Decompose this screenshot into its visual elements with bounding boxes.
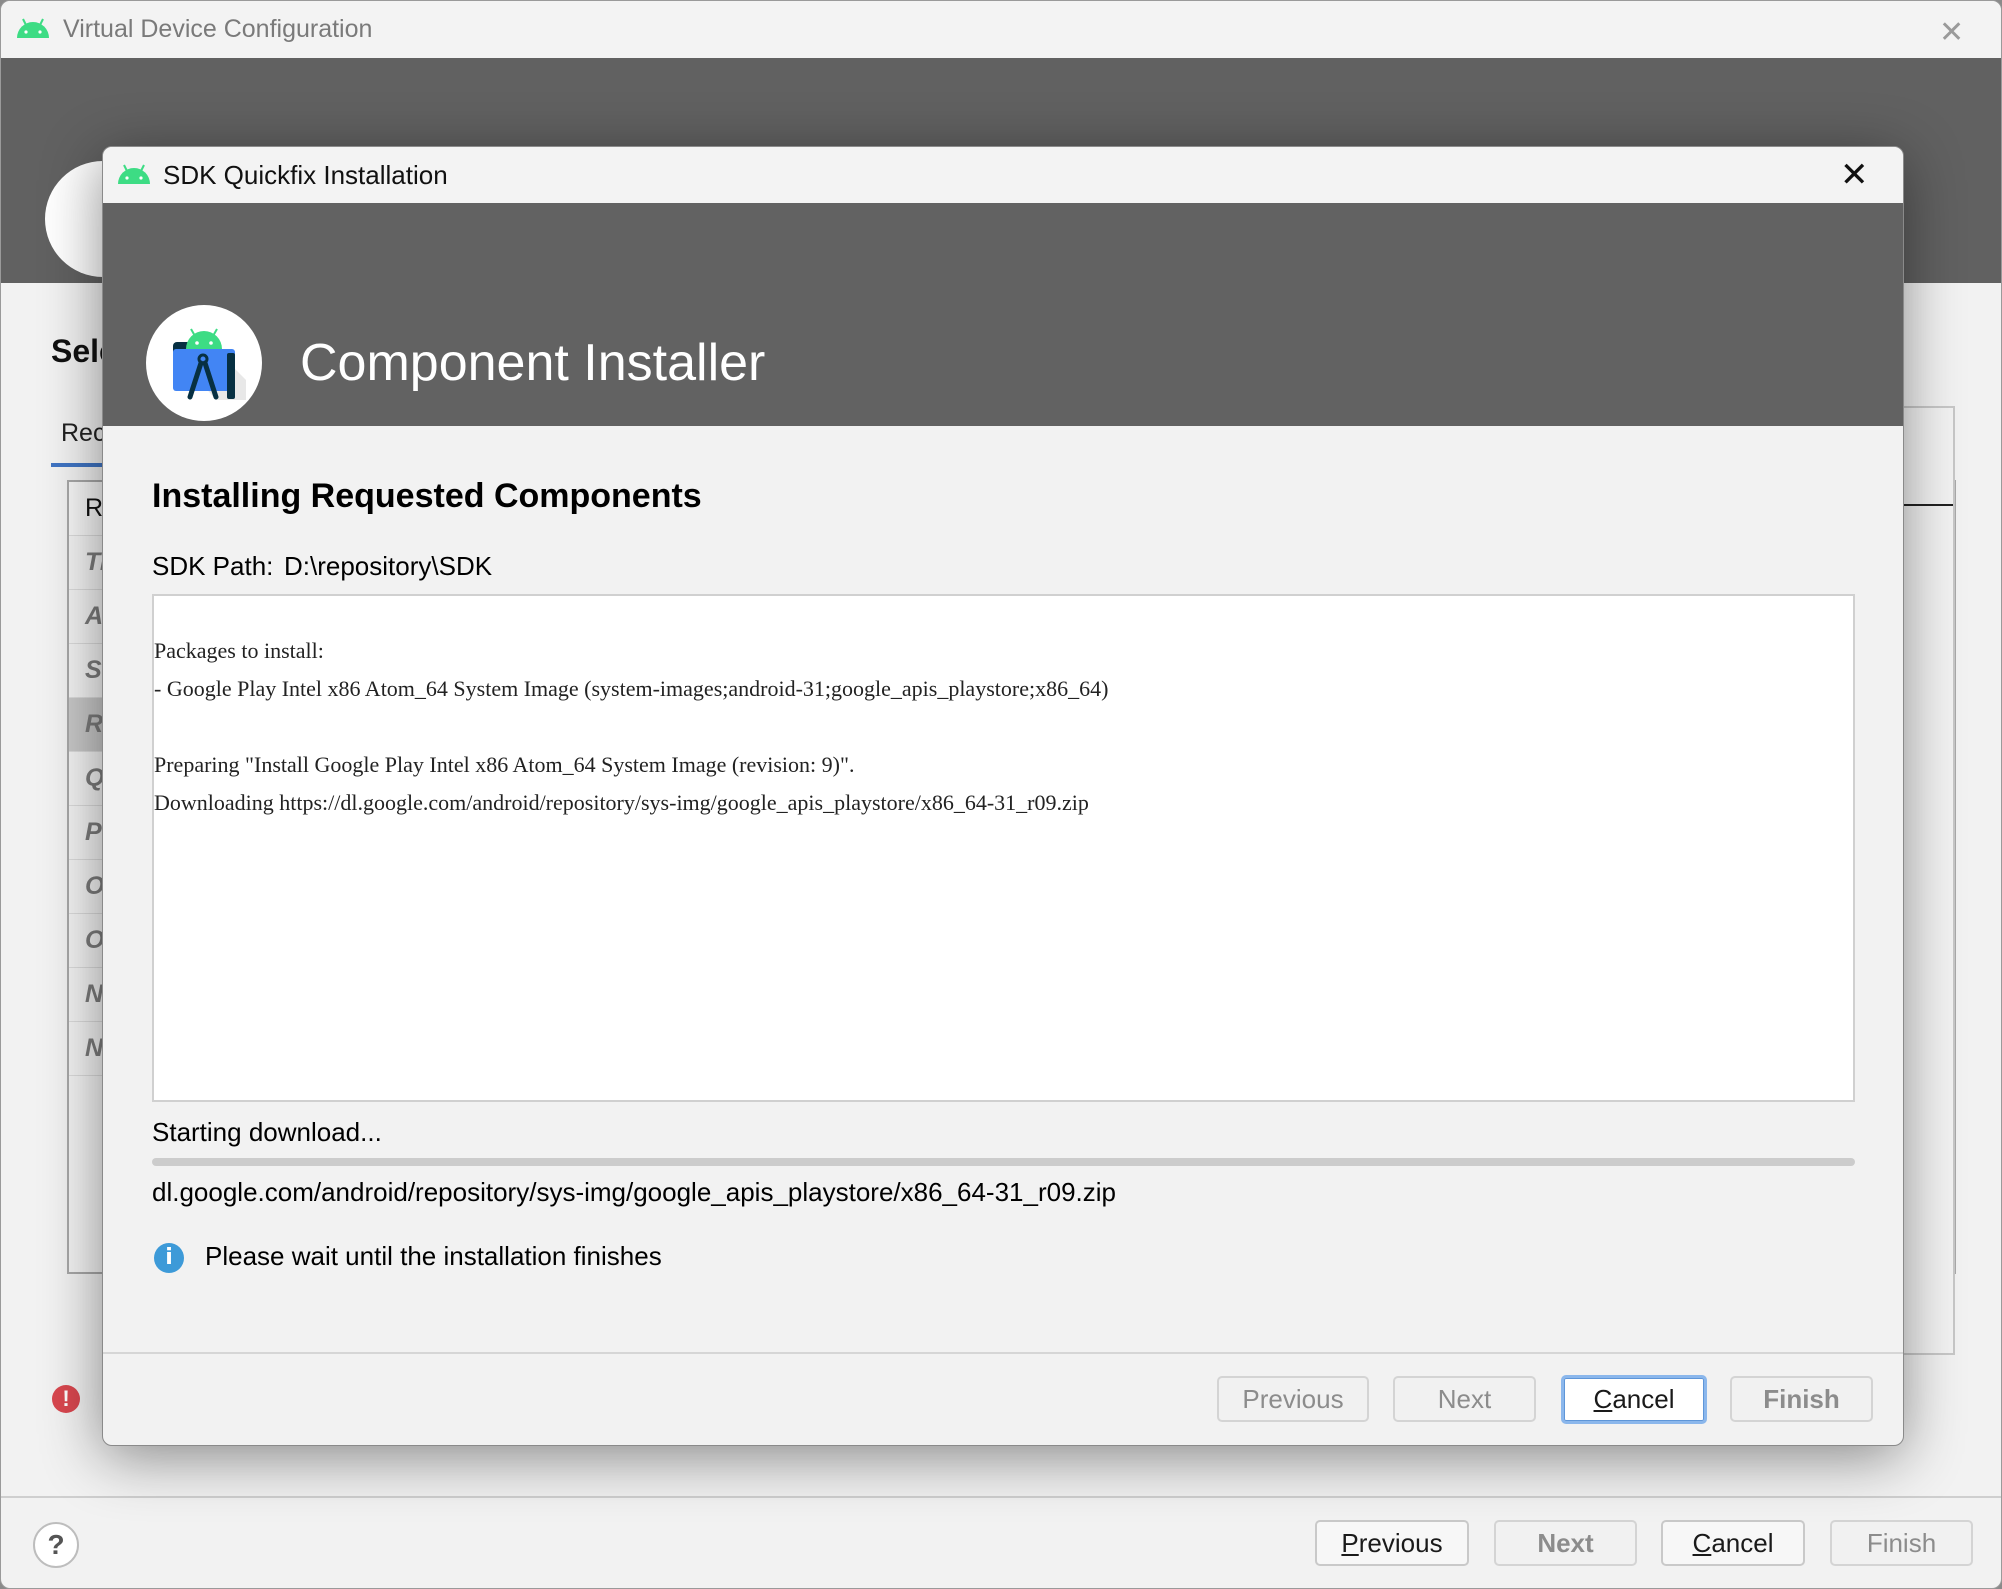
dialog-header-banner: Component Installer: [103, 203, 1903, 426]
bg-details-panel: [1901, 406, 1955, 1355]
tab-recommended[interactable]: Rec: [61, 419, 105, 448]
info-message: Please wait until the installation finis…: [205, 1241, 662, 1271]
android-studio-logo: [146, 305, 262, 421]
sdk-quickfix-dialog: SDK Quickfix Installation ✕ Component In…: [102, 146, 1904, 1446]
info-icon: i: [154, 1243, 184, 1273]
cancel-button[interactable]: Cancel: [1561, 1375, 1707, 1424]
header-title: Component Installer: [300, 334, 766, 392]
download-url: dl.google.com/android/repository/sys-img…: [152, 1177, 1117, 1207]
android-icon: [17, 18, 49, 38]
table-row-label: S: [85, 656, 102, 684]
bg-next-button[interactable]: Next: [1494, 1520, 1637, 1566]
sdk-path-value: D:\repository\SDK: [284, 551, 493, 581]
download-progress-bar: [152, 1158, 1855, 1166]
bg-finish-button[interactable]: Finish: [1830, 1520, 1973, 1566]
log-line: Packages to install:: [154, 638, 324, 663]
close-icon[interactable]: ✕: [1840, 155, 1869, 195]
log-line: Preparing "Install Google Play Intel x86…: [154, 752, 855, 777]
log-line: - Google Play Intel x86 Atom_64 System I…: [154, 676, 1109, 701]
android-studio-icon: [173, 328, 246, 400]
table-row-label: R: [85, 710, 104, 738]
sdk-path-label: SDK Path:: [152, 551, 274, 581]
divider: [1, 1496, 2001, 1498]
divider: [1901, 504, 1953, 506]
install-log-textarea[interactable]: Packages to install: - Google Play Intel…: [152, 594, 1855, 1102]
close-icon[interactable]: ✕: [1939, 15, 1964, 50]
bg-title-bar: Virtual Device Configuration ✕: [1, 1, 2001, 58]
table-row-label: N: [85, 1034, 104, 1062]
window-title: Virtual Device Configuration: [63, 15, 373, 43]
dialog-title: SDK Quickfix Installation: [163, 160, 448, 190]
page-heading: Installing Requested Components: [152, 477, 702, 515]
bg-previous-button[interactable]: Previous: [1315, 1520, 1469, 1566]
divider: [103, 1352, 1903, 1354]
bg-cancel-button[interactable]: Cancel: [1661, 1520, 1805, 1566]
table-row-label: N: [85, 980, 104, 1008]
android-icon: [118, 164, 150, 184]
log-line: Downloading https://dl.google.com/androi…: [154, 790, 1089, 815]
status-text: Starting download...: [152, 1117, 382, 1147]
finish-button[interactable]: Finish: [1730, 1376, 1873, 1422]
previous-button[interactable]: Previous: [1217, 1376, 1369, 1422]
help-icon[interactable]: ?: [33, 1522, 79, 1568]
error-icon: !: [52, 1385, 80, 1413]
next-button[interactable]: Next: [1393, 1376, 1536, 1422]
dialog-title-bar: SDK Quickfix Installation ✕: [103, 147, 1903, 203]
